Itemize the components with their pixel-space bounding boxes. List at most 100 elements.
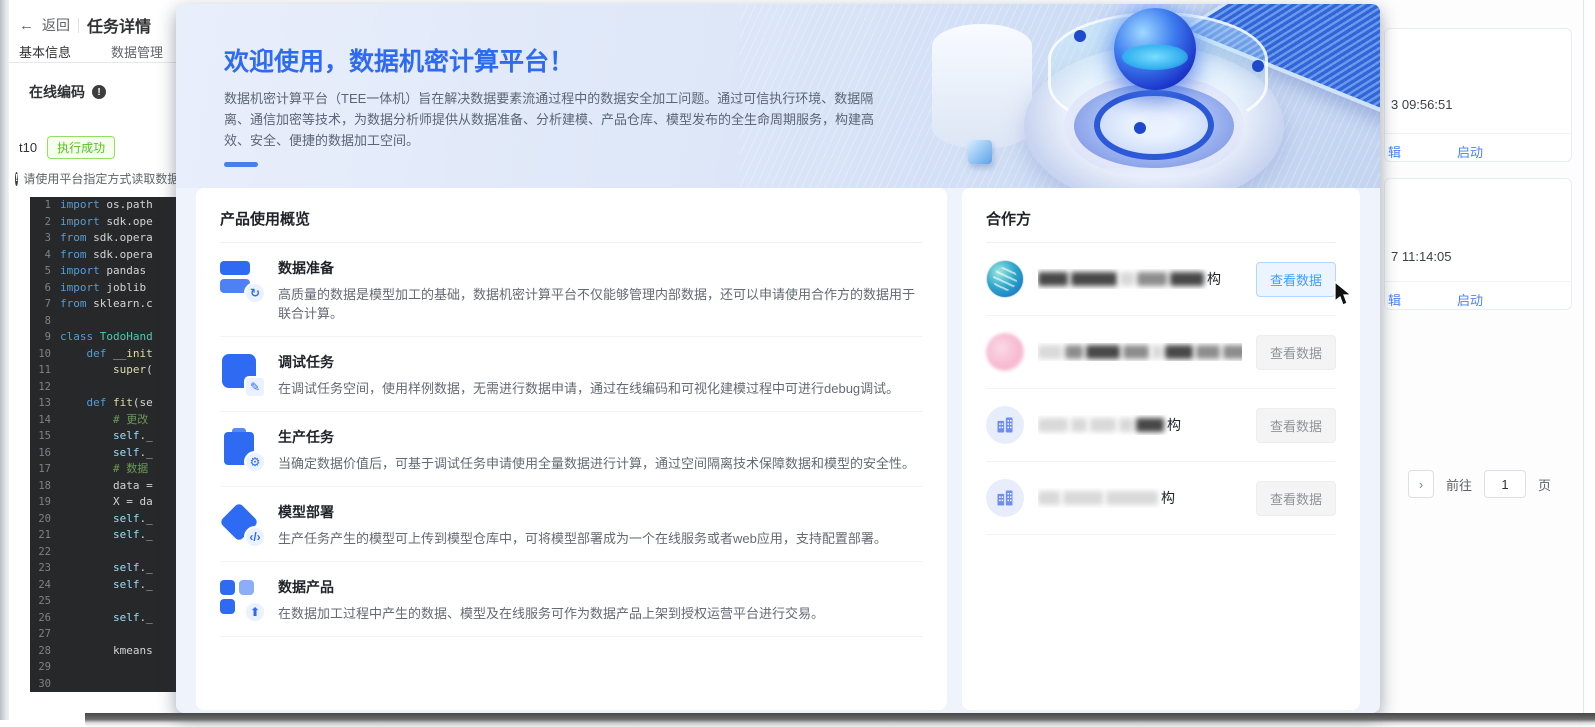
view-data-button[interactable]: 查看数据 bbox=[1256, 262, 1336, 297]
code-token: data = bbox=[113, 478, 153, 495]
next-page-button[interactable]: › bbox=[1408, 470, 1434, 498]
overview-item-title: 数据准备 bbox=[278, 258, 923, 278]
overview-item-desc: 高质量的数据是模型加工的基础，数据机密计算平台不仅能够管理内部数据，还可以申请使… bbox=[278, 285, 923, 323]
info-icon[interactable]: ! bbox=[92, 85, 106, 99]
redacted-block bbox=[1038, 418, 1068, 432]
code-line: 25 bbox=[30, 593, 176, 610]
tab-basic-info[interactable]: 基本信息 bbox=[19, 42, 71, 61]
overview-item-title: 生产任务 bbox=[278, 427, 915, 447]
code-token: class bbox=[60, 329, 93, 346]
code-token: X = da bbox=[113, 494, 153, 511]
task-tabs: 基本信息 数据管理 bbox=[19, 42, 163, 61]
view-data-button[interactable]: 查看数据 bbox=[1256, 408, 1336, 443]
code-token bbox=[60, 610, 113, 627]
status-badge: 执行成功 bbox=[47, 136, 115, 159]
divider bbox=[9, 62, 176, 63]
redacted-block bbox=[1170, 272, 1204, 286]
line-number: 10 bbox=[30, 346, 60, 363]
code-line: 9class TodoHand bbox=[30, 329, 176, 346]
code-line: 10 def __init bbox=[30, 346, 176, 363]
code-token: import bbox=[60, 214, 100, 231]
building-icon bbox=[986, 406, 1024, 444]
orb-band-decoration bbox=[1122, 44, 1188, 70]
cylinder-decoration bbox=[932, 24, 1032, 149]
code-token bbox=[93, 329, 100, 346]
code-token bbox=[60, 412, 113, 429]
code-token bbox=[60, 527, 113, 544]
divider bbox=[220, 636, 923, 637]
code-token bbox=[60, 428, 113, 445]
icon-badge: ↻ bbox=[244, 282, 266, 304]
code-line: 3from sdk.opera bbox=[30, 230, 176, 247]
page-number-input[interactable] bbox=[1484, 470, 1526, 498]
partner-row: 查看数据 bbox=[962, 316, 1360, 388]
overview-item-text: 生产任务当确定数据价值后，可基于调试任务申请使用全量数据进行计算，通过空间隔离技… bbox=[278, 427, 915, 473]
view-data-button[interactable]: 查看数据 bbox=[1256, 481, 1336, 516]
welcome-dialog: 欢迎使用，数据机密计算平台！ 数据机密计算平台（TEE一体机）旨在解决数据要素流… bbox=[176, 4, 1380, 713]
back-arrow-icon[interactable]: ← bbox=[19, 17, 34, 34]
code-token: # 更改 bbox=[113, 412, 148, 429]
right-task-list-panel: 3 09:56:51 编辑 启动 7 11:14:05 编辑 启动 › 前往 页 bbox=[1380, 0, 1583, 727]
code-token: ._ bbox=[139, 428, 152, 445]
dot-decoration bbox=[1074, 30, 1086, 42]
screen: ← 返回 任务详情 基本信息 数据管理 在线编码 ! t10 执行成功 ! 请使… bbox=[0, 0, 1595, 727]
line-number: 6 bbox=[30, 280, 60, 297]
code-line: 1import os.path bbox=[30, 197, 176, 214]
redacted-block bbox=[1071, 272, 1117, 286]
code-token: ._ bbox=[139, 610, 152, 627]
code-token bbox=[60, 346, 87, 363]
line-number: 17 bbox=[30, 461, 60, 478]
divider bbox=[1385, 281, 1571, 282]
redacted-block bbox=[1119, 418, 1133, 432]
code-token bbox=[106, 346, 113, 363]
back-button[interactable]: 返回 bbox=[42, 15, 70, 35]
line-number: 7 bbox=[30, 296, 60, 313]
hero-banner: 欢迎使用，数据机密计算平台！ 数据机密计算平台（TEE一体机）旨在解决数据要素流… bbox=[176, 4, 1380, 188]
code-line: 13 def fit(se bbox=[30, 395, 176, 412]
cube-decoration bbox=[968, 140, 992, 164]
code-token: joblib bbox=[100, 280, 146, 297]
line-number: 26 bbox=[30, 610, 60, 627]
partner-row: 构 查看数据 bbox=[962, 243, 1360, 315]
line-number: 24 bbox=[30, 577, 60, 594]
code-line: 23 self._ bbox=[30, 560, 176, 577]
code-token bbox=[60, 362, 113, 379]
line-number: 4 bbox=[30, 247, 60, 264]
code-token: self bbox=[113, 560, 140, 577]
code-token: self bbox=[113, 527, 140, 544]
building-icon bbox=[986, 479, 1024, 517]
code-token: super bbox=[113, 362, 146, 379]
partner-name-suffix: 构 bbox=[1207, 271, 1221, 287]
edit-link-clipped[interactable]: 编辑 bbox=[1387, 290, 1409, 310]
overview-item: ⬆数据产品在数据加工过程中产生的数据、模型及在线服务可作为数据产品上架到授权运营… bbox=[196, 562, 947, 636]
redacted-block bbox=[1038, 345, 1062, 359]
code-token: from bbox=[60, 230, 87, 247]
data-prepare-icon: ↻ bbox=[220, 258, 262, 300]
redacted-block bbox=[1136, 418, 1164, 432]
overview-item-text: 模型部署生产任务产生的模型可上传到模型仓库中，可将模型部署成为一个在线服务或者w… bbox=[278, 502, 887, 548]
redacted-block bbox=[1165, 345, 1193, 359]
redacted-block bbox=[1106, 491, 1158, 505]
redacted-block bbox=[1120, 272, 1134, 286]
start-link[interactable]: 启动 bbox=[1457, 290, 1483, 310]
line-number: 25 bbox=[30, 593, 60, 610]
code-line: 11 super( bbox=[30, 362, 176, 379]
code-line: 30 bbox=[30, 676, 176, 693]
product-overview-card: 产品使用概览 ↻数据准备高质量的数据是模型加工的基础，数据机密计算平台不仅能够管… bbox=[196, 188, 947, 710]
start-link[interactable]: 启动 bbox=[1457, 142, 1483, 162]
code-line: 16 self._ bbox=[30, 445, 176, 462]
code-token bbox=[106, 395, 113, 412]
code-token: from bbox=[60, 247, 87, 264]
tab-data-management[interactable]: 数据管理 bbox=[111, 42, 163, 61]
view-data-button[interactable]: 查看数据 bbox=[1256, 335, 1336, 370]
code-token: def bbox=[87, 395, 107, 412]
window-edge bbox=[1583, 0, 1595, 720]
code-editor[interactable]: 1import os.path2import sdk.ope3from sdk.… bbox=[30, 197, 176, 692]
code-token: sdk.opera bbox=[87, 230, 153, 247]
partners-card-title: 合作方 bbox=[962, 188, 1360, 242]
redacted-block bbox=[1152, 345, 1162, 359]
code-token: sdk.opera bbox=[87, 247, 153, 264]
code-token: kmeans bbox=[113, 643, 153, 660]
globe-icon bbox=[986, 260, 1024, 298]
edit-link-clipped[interactable]: 编辑 bbox=[1387, 142, 1409, 162]
